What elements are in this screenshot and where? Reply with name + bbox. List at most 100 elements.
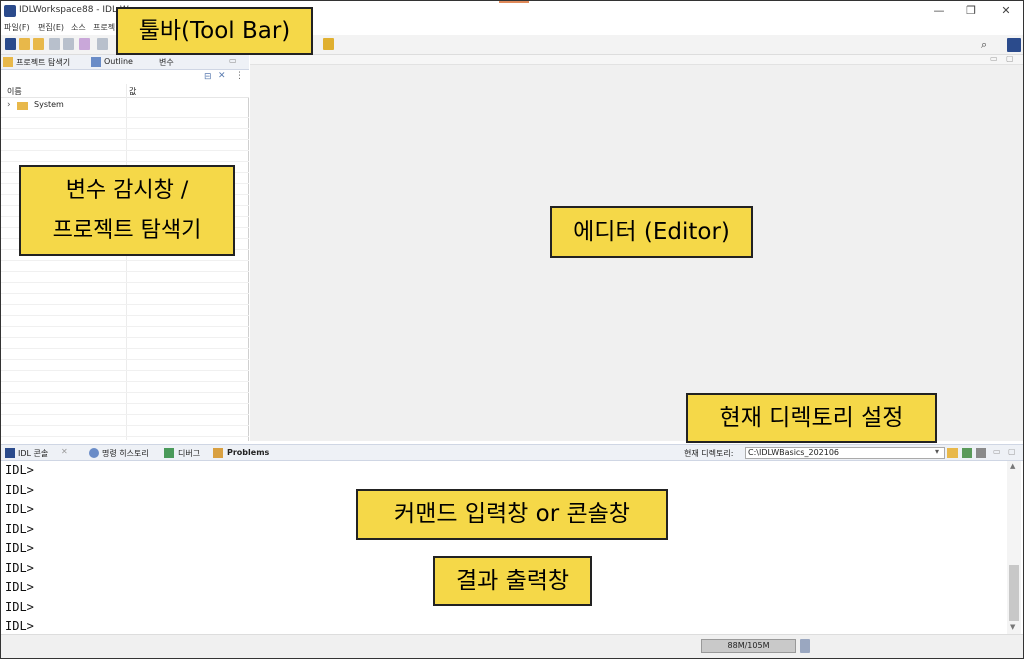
save-all-icon[interactable] bbox=[63, 38, 74, 50]
new-file-icon[interactable] bbox=[19, 38, 30, 50]
grid-row-line bbox=[1, 370, 249, 371]
console-maximize-icon[interactable]: ▢ bbox=[1008, 447, 1016, 456]
menu-edit[interactable]: 편집(E) bbox=[38, 22, 64, 33]
scroll-down-icon[interactable]: ▼ bbox=[1010, 623, 1015, 631]
console-output[interactable]: IDL> IDL> IDL> IDL> IDL> IDL> IDL> IDL> IDL> ▲ ▼… bbox=[1, 461, 1023, 634]
grid-row-line bbox=[1, 293, 249, 294]
grid-row-line bbox=[1, 260, 249, 261]
grid-row-line bbox=[1, 381, 249, 382]
grid-row-line bbox=[1, 403, 249, 404]
console-prompt-line: IDL> bbox=[5, 619, 34, 633]
grid-row-line bbox=[1, 139, 249, 140]
current-dir-label: 현재 디렉토리: bbox=[684, 449, 734, 458]
grid-row-line bbox=[1, 315, 249, 316]
debug-icon bbox=[164, 448, 174, 458]
menu-file[interactable]: 파일(F) bbox=[4, 22, 30, 33]
tab-command-history[interactable]: 명령 히스토리 bbox=[102, 448, 149, 459]
tab-idl-console[interactable]: IDL 콘솔 bbox=[18, 448, 48, 459]
editor-minimize-icon[interactable]: ▭ bbox=[990, 54, 998, 63]
console-prompt-line: IDL> bbox=[5, 502, 34, 516]
tab-problems[interactable]: Problems bbox=[227, 448, 269, 457]
tab-debug[interactable]: 디버그 bbox=[178, 448, 200, 459]
console-minimize-icon[interactable]: ▭ bbox=[993, 447, 1001, 456]
callout-left-line2: 프로젝트 탐색기 bbox=[52, 218, 202, 243]
view-menu-icon[interactable]: ⋮ bbox=[235, 71, 244, 81]
tab-outline[interactable]: Outline bbox=[104, 57, 133, 66]
grid-row-line bbox=[1, 359, 249, 360]
grid-row-line bbox=[1, 271, 249, 272]
compile-icon[interactable] bbox=[79, 38, 90, 50]
console-tab-bar: IDL 콘솔 ✕ 명령 히스토리 디버그 Problems 현재 디렉토리: C… bbox=[1, 444, 1023, 461]
dir-dropdown-icon[interactable]: ▾ bbox=[935, 447, 939, 456]
command-input-callout: 커맨드 입력창 or 콘솔창 bbox=[356, 489, 668, 540]
scroll-thumb[interactable] bbox=[1009, 565, 1019, 621]
status-bar: 88M/105M bbox=[1, 634, 1023, 658]
problems-icon bbox=[213, 448, 223, 458]
scroll-up-icon[interactable]: ▲ bbox=[1010, 462, 1015, 470]
idl-console-icon bbox=[5, 448, 15, 458]
variables-project-panel: 프로젝트 탐색기 Outline 변수 ▭ ⊟ ✕ ⋮ 이름 값 › Syste… bbox=[1, 55, 249, 441]
search-icon[interactable]: ⌕ bbox=[981, 38, 987, 52]
grid-row-line bbox=[1, 326, 249, 327]
grid-row-line bbox=[1, 425, 249, 426]
console-prompt-line: IDL> bbox=[5, 560, 34, 575]
idl-perspective-icon[interactable] bbox=[5, 38, 16, 50]
console-prompt-line: IDL> bbox=[5, 541, 34, 555]
browse-folder-icon[interactable] bbox=[947, 448, 958, 458]
garbage-collect-icon[interactable] bbox=[800, 639, 810, 653]
grid-row-line bbox=[1, 337, 249, 338]
tab-variables[interactable]: 변수 bbox=[159, 57, 174, 68]
menu-project[interactable]: 프로젝 bbox=[93, 22, 115, 33]
column-value: 값 bbox=[129, 87, 137, 96]
minimize-button[interactable]: — bbox=[924, 3, 954, 19]
grid-row-line bbox=[1, 436, 249, 437]
column-name: 이름 bbox=[7, 87, 22, 96]
tree-expander-icon[interactable]: › bbox=[7, 100, 11, 110]
editor-callout: 에디터 (Editor) bbox=[550, 206, 753, 258]
current-dir-callout: 현재 디렉토리 설정 bbox=[686, 393, 937, 443]
callout-left-line1: 변수 감시창 / bbox=[65, 178, 189, 203]
grid-row-line bbox=[1, 348, 249, 349]
grid-row-line bbox=[1, 128, 249, 129]
console-scrollbar[interactable]: ▲ ▼ bbox=[1007, 461, 1021, 634]
title-accent bbox=[499, 1, 529, 3]
current-dir-input[interactable]: C:\IDLWBasics_202106 bbox=[745, 447, 945, 459]
output-callout: 결과 출력창 bbox=[433, 556, 592, 606]
folder-icon bbox=[17, 102, 28, 110]
minimize-view-icon[interactable]: ▭ bbox=[229, 56, 237, 65]
tree-item-system[interactable]: System bbox=[34, 100, 64, 109]
grid-row-line bbox=[1, 161, 249, 162]
open-folder-icon[interactable] bbox=[33, 38, 44, 50]
grid-row-line bbox=[1, 392, 249, 393]
window-title: IDLWorkspace88 - IDL W bbox=[19, 5, 129, 15]
run-icon[interactable] bbox=[97, 38, 108, 50]
grid-row-line bbox=[1, 150, 249, 151]
grid-row-line bbox=[1, 117, 249, 118]
save-icon[interactable] bbox=[49, 38, 60, 50]
idl-perspective-switch-icon[interactable] bbox=[1007, 38, 1021, 52]
history-icon bbox=[89, 448, 99, 458]
collapse-all-icon[interactable]: ⊟ bbox=[204, 72, 212, 82]
editor-area[interactable]: ▭ ▢ 에디터 (Editor) bbox=[250, 54, 1023, 441]
close-console-tab-icon[interactable]: ✕ bbox=[61, 447, 68, 456]
console-clear-icon[interactable] bbox=[976, 448, 986, 458]
editor-tab-strip: ▭ ▢ bbox=[250, 54, 1023, 65]
memory-indicator: 88M/105M bbox=[701, 639, 796, 653]
remove-all-icon[interactable]: ✕ bbox=[218, 71, 226, 81]
idl-app-icon bbox=[4, 5, 16, 17]
editor-maximize-icon[interactable]: ▢ bbox=[1006, 54, 1014, 63]
left-panel-tabs: 프로젝트 탐색기 Outline 변수 ▭ bbox=[1, 55, 249, 70]
tab-project-explorer[interactable]: 프로젝트 탐색기 bbox=[16, 57, 70, 68]
menu-source[interactable]: 소스 bbox=[71, 22, 86, 33]
toolbar-extra-icon[interactable] bbox=[323, 38, 334, 50]
close-button[interactable]: ✕ bbox=[991, 3, 1021, 19]
console-action-icon[interactable] bbox=[962, 448, 972, 458]
restore-button[interactable]: ❐ bbox=[956, 3, 986, 19]
grid-row-line bbox=[1, 282, 249, 283]
variables-header: 이름 값 bbox=[1, 84, 249, 98]
grid-row-line bbox=[1, 414, 249, 415]
console-prompt-line: IDL> bbox=[5, 580, 34, 594]
console-prompt-line: IDL> bbox=[5, 599, 34, 614]
toolbar-callout: 툴바(Tool Bar) bbox=[116, 7, 313, 55]
left-panel-callout: 변수 감시창 / 프로젝트 탐색기 bbox=[19, 165, 235, 256]
